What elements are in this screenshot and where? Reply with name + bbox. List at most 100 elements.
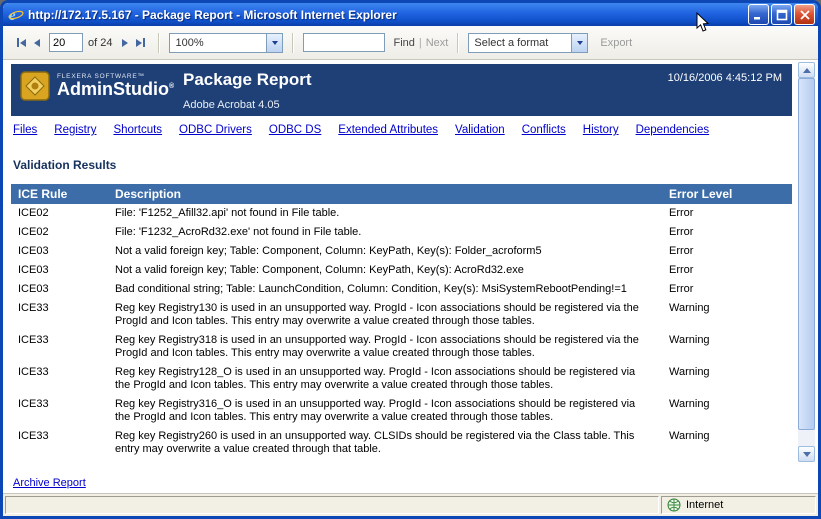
header-ice-rule: ICE Rule bbox=[11, 184, 108, 204]
last-page-button[interactable] bbox=[132, 35, 149, 50]
scroll-up-button[interactable] bbox=[798, 62, 815, 78]
zoom-select-arrow-icon bbox=[266, 34, 282, 52]
page-total-label: of 24 bbox=[88, 37, 112, 49]
validation-table-row: ICE03 Not a valid foreign key; Table: Co… bbox=[11, 242, 792, 261]
cell-description: File: 'F1232_AcroRd32.exe' not found in … bbox=[108, 223, 662, 242]
title-bar[interactable]: e http://172.17.5.167 - Package Report -… bbox=[3, 3, 818, 26]
window-controls bbox=[748, 4, 815, 25]
cell-description: Reg key Registry128_O is used in an unsu… bbox=[108, 363, 662, 395]
browser-window: e http://172.17.5.167 - Package Report -… bbox=[0, 0, 821, 519]
zoom-select[interactable]: 100% bbox=[169, 33, 283, 53]
section-heading: Validation Results bbox=[13, 158, 818, 172]
validation-table-row: ICE33 Reg key Registry316_O is used in a… bbox=[11, 395, 792, 427]
validation-table-body: ICE02 File: 'F1252_Afill32.api' not foun… bbox=[11, 204, 792, 459]
cell-error-level: Error bbox=[662, 242, 792, 261]
report-nav-link[interactable]: History bbox=[583, 124, 619, 136]
adminstudio-label: AdminStudio® bbox=[57, 80, 174, 100]
vertical-scrollbar[interactable] bbox=[798, 62, 815, 462]
first-page-button[interactable] bbox=[13, 35, 30, 50]
prev-page-button[interactable] bbox=[30, 36, 44, 50]
cell-ice-rule: ICE03 bbox=[11, 280, 108, 299]
toolbar-divider bbox=[158, 33, 160, 53]
validation-table-row: ICE03 Not a valid foreign key; Table: Co… bbox=[11, 261, 792, 280]
security-zone-panel: Internet bbox=[661, 496, 816, 514]
cell-description: File: 'F1252_Afill32.api' not found in F… bbox=[108, 204, 662, 223]
format-select[interactable]: Select a format bbox=[468, 33, 588, 53]
cell-ice-rule: ICE33 bbox=[11, 427, 108, 459]
find-next-divider: | bbox=[419, 37, 422, 49]
cell-error-level: Error bbox=[662, 223, 792, 242]
format-select-arrow-icon bbox=[571, 34, 587, 52]
find-next-button[interactable]: Next bbox=[426, 37, 449, 49]
cell-error-level: Error bbox=[662, 261, 792, 280]
report-toolbar: of 24 100% Find | Next Select a format E… bbox=[3, 26, 818, 60]
report-nav-link[interactable]: Validation bbox=[455, 124, 505, 136]
report-nav-link[interactable]: Dependencies bbox=[636, 124, 710, 136]
svg-text:e: e bbox=[9, 8, 16, 23]
cell-ice-rule: ICE33 bbox=[11, 331, 108, 363]
report-nav-link[interactable]: Extended Attributes bbox=[338, 124, 438, 136]
validation-table-row: ICE33 Reg key Registry260 is used in an … bbox=[11, 427, 792, 459]
report-nav-link[interactable]: ODBC DS bbox=[269, 124, 321, 136]
cell-error-level: Warning bbox=[662, 395, 792, 427]
scrollbar-track[interactable] bbox=[798, 78, 815, 446]
find-input[interactable] bbox=[303, 33, 385, 52]
report-title: Package Report bbox=[183, 70, 668, 90]
cell-description: Not a valid foreign key; Table: Componen… bbox=[108, 242, 662, 261]
status-bar: Internet bbox=[3, 493, 818, 516]
window-title: http://172.17.5.167 - Package Report - M… bbox=[28, 8, 748, 22]
cell-error-level: Warning bbox=[662, 427, 792, 459]
header-error-level: Error Level bbox=[662, 184, 792, 204]
report-nav-link[interactable]: Shortcuts bbox=[113, 124, 162, 136]
validation-table-row: ICE33 Reg key Registry130 is used in an … bbox=[11, 299, 792, 331]
scroll-down-icon bbox=[803, 452, 811, 457]
next-page-button[interactable] bbox=[118, 36, 132, 50]
cell-description: Reg key Registry260 is used in an unsupp… bbox=[108, 427, 662, 459]
page-number-input[interactable] bbox=[49, 33, 83, 52]
cell-ice-rule: ICE33 bbox=[11, 363, 108, 395]
cell-ice-rule: ICE02 bbox=[11, 204, 108, 223]
report-subtitle: Adobe Acrobat 4.05 bbox=[183, 99, 668, 111]
zoom-select-value: 100% bbox=[170, 37, 266, 49]
table-header-row: ICE Rule Description Error Level bbox=[11, 184, 792, 204]
validation-table-row: ICE02 File: 'F1252_Afill32.api' not foun… bbox=[11, 204, 792, 223]
toolbar-divider bbox=[457, 33, 459, 53]
close-button[interactable] bbox=[794, 4, 815, 25]
cell-ice-rule: ICE03 bbox=[11, 242, 108, 261]
ie-icon: e bbox=[8, 7, 24, 23]
brand-block: FLEXERA SOFTWARE™ AdminStudio® bbox=[19, 70, 177, 102]
content-area: FLEXERA SOFTWARE™ AdminStudio® Package R… bbox=[3, 60, 818, 493]
validation-table: ICE Rule Description Error Level ICE02 F… bbox=[11, 184, 792, 459]
toolbar-divider bbox=[292, 33, 294, 53]
find-button[interactable]: Find bbox=[393, 37, 414, 49]
report-nav-link[interactable]: Conflicts bbox=[522, 124, 566, 136]
last-page-icon bbox=[143, 38, 145, 47]
report-nav-link[interactable]: Files bbox=[13, 124, 37, 136]
cell-description: Reg key Registry130 is used in an unsupp… bbox=[108, 299, 662, 331]
cell-description: Reg key Registry318 is used in an unsupp… bbox=[108, 331, 662, 363]
report-nav-link[interactable]: Registry bbox=[54, 124, 96, 136]
scrollbar-thumb[interactable] bbox=[798, 78, 815, 430]
cell-error-level: Warning bbox=[662, 331, 792, 363]
report-nav-link[interactable]: ODBC Drivers bbox=[179, 124, 252, 136]
scroll-down-button[interactable] bbox=[798, 446, 815, 462]
validation-table-row: ICE33 Reg key Registry318 is used in an … bbox=[11, 331, 792, 363]
export-button[interactable]: Export bbox=[600, 37, 632, 49]
cell-ice-rule: ICE33 bbox=[11, 395, 108, 427]
security-zone-label: Internet bbox=[686, 499, 723, 511]
report-header: FLEXERA SOFTWARE™ AdminStudio® Package R… bbox=[11, 64, 792, 116]
cell-error-level: Warning bbox=[662, 299, 792, 331]
cell-ice-rule: ICE02 bbox=[11, 223, 108, 242]
scroll-up-icon bbox=[803, 68, 811, 73]
cell-description: Bad conditional string; Table: LaunchCon… bbox=[108, 280, 662, 299]
minimize-button[interactable] bbox=[748, 4, 769, 25]
maximize-button[interactable] bbox=[771, 4, 792, 25]
status-message-panel bbox=[5, 496, 659, 514]
prev-page-icon bbox=[34, 39, 40, 47]
cell-ice-rule: ICE03 bbox=[11, 261, 108, 280]
report-timestamp: 10/16/2006 4:45:12 PM bbox=[668, 70, 782, 84]
next-page-icon bbox=[122, 39, 128, 47]
header-description: Description bbox=[108, 184, 662, 204]
archive-report-link[interactable]: Archive Report bbox=[13, 477, 86, 489]
cell-description: Reg key Registry316_O is used in an unsu… bbox=[108, 395, 662, 427]
